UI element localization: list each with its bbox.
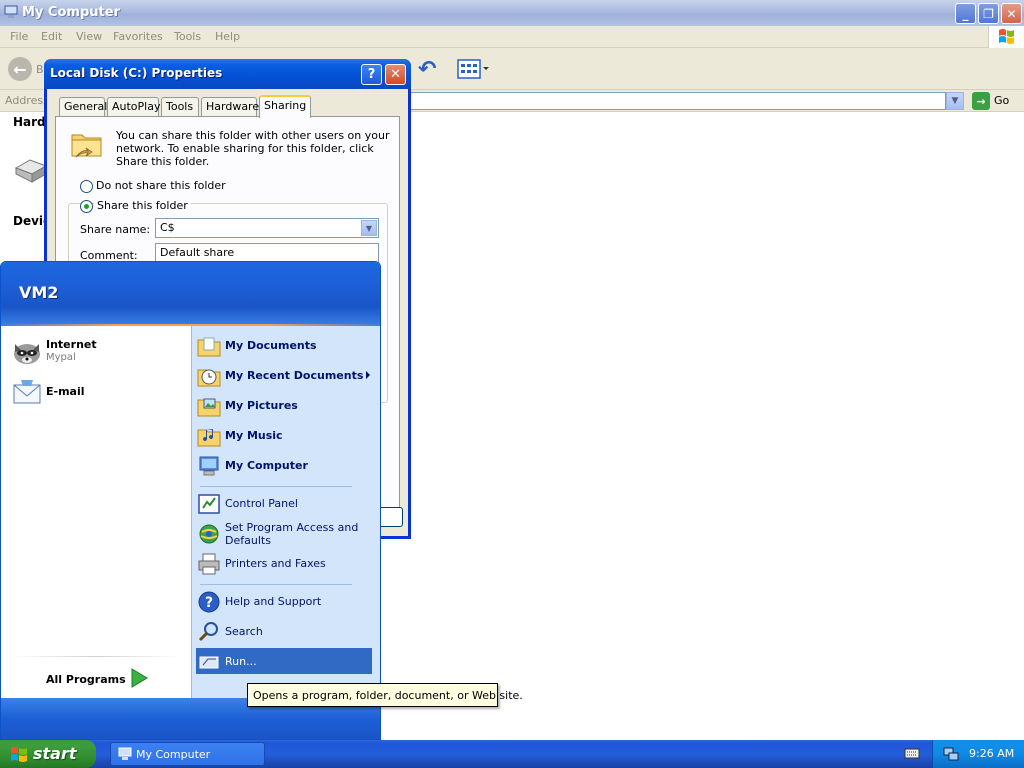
envelope-icon: [13, 380, 41, 404]
menu-edit[interactable]: Edit: [41, 30, 62, 43]
computer-icon: [199, 456, 219, 476]
computer-icon: [118, 747, 132, 760]
raccoon-icon: [14, 344, 40, 364]
menu-view[interactable]: View: [76, 30, 102, 43]
computer-icon: [4, 5, 18, 18]
menu-search[interactable]: Search: [196, 618, 372, 646]
go-button[interactable]: → Go: [972, 92, 1022, 110]
submenu-arrow-icon: [366, 371, 370, 379]
shared-folder-icon: [71, 134, 102, 158]
control-panel-icon: [198, 494, 220, 514]
menu-my-pictures[interactable]: My Pictures: [196, 392, 372, 420]
recent-documents-icon: [197, 369, 221, 387]
menu-help[interactable]: Help: [215, 30, 240, 43]
help-icon: ?: [198, 591, 220, 613]
start-menu-header: VM2: [1, 262, 380, 326]
address-label: Address: [5, 94, 49, 107]
search-icon: [198, 622, 218, 642]
menu-printers-faxes[interactable]: Printers and Faxes: [196, 550, 372, 578]
back-label[interactable]: B: [36, 63, 44, 76]
go-label: Go: [994, 94, 1010, 107]
keyboard-icon[interactable]: [904, 746, 920, 760]
restore-button[interactable]: ❐: [978, 3, 999, 24]
menubar: File Edit View Favorites Tools Help: [0, 26, 1024, 48]
go-arrow-icon: →: [972, 92, 990, 110]
start-label: start: [33, 744, 77, 763]
pinned-programs-column: Internet Mypal E-mail: [1, 326, 191, 698]
hard-drive-icon[interactable]: [14, 156, 48, 184]
comment-input[interactable]: Default share: [155, 243, 379, 263]
address-input[interactable]: [410, 92, 946, 110]
globe-gear-icon: [199, 524, 219, 544]
radio-share-folder[interactable]: [80, 200, 93, 213]
run-icon: [199, 656, 219, 669]
comment-value: Default share: [160, 246, 235, 259]
folder-music-icon: [197, 429, 221, 447]
menu-set-program-access[interactable]: Set Program Access and Defaults: [196, 520, 372, 548]
pinned-internet[interactable]: Internet Mypal: [9, 332, 185, 372]
clock[interactable]: 9:26 AM: [969, 747, 1014, 760]
taskbar: start My Computer 9:26 AM: [0, 740, 1024, 768]
system-tray: 9:26 AM: [932, 740, 1024, 768]
start-button[interactable]: start: [0, 740, 96, 768]
menu-my-music[interactable]: My Music: [196, 422, 372, 450]
undo-icon[interactable]: ↶: [418, 57, 444, 82]
dialog-title: Local Disk (C:) Properties: [50, 66, 223, 80]
taskbar-my-computer[interactable]: My Computer: [110, 742, 265, 766]
taskbar-my-computer-label: My Computer: [136, 748, 211, 761]
pinned-internet-sub: Mypal: [46, 352, 76, 363]
menu-help-support[interactable]: ? Help and Support: [196, 588, 372, 616]
views-icon[interactable]: [456, 58, 492, 80]
share-name-value: C$: [160, 221, 175, 234]
pinned-internet-label: Internet: [46, 338, 97, 351]
explorer-titlebar[interactable]: My Computer _ ❐ ✕: [0, 0, 1024, 26]
menu-my-recent-documents[interactable]: My Recent Documents: [196, 362, 372, 390]
radio-share-folder-label[interactable]: Share this folder: [94, 199, 191, 212]
dialog-titlebar[interactable]: Local Disk (C:) Properties ? ✕: [44, 59, 411, 89]
left-separator: [11, 656, 181, 657]
folder-documents-icon: [197, 337, 221, 357]
menu-favorites[interactable]: Favorites: [113, 30, 163, 43]
menu-file[interactable]: File: [10, 30, 28, 43]
all-programs-label[interactable]: All Programs: [46, 673, 126, 686]
back-arrow-icon[interactable]: ←: [8, 57, 32, 81]
menu-tools[interactable]: Tools: [174, 30, 201, 43]
right-separator-1: [200, 486, 352, 487]
tab-general[interactable]: General: [59, 97, 107, 117]
sharing-description: You can share this folder with other use…: [116, 129, 390, 168]
menu-run[interactable]: Run...: [196, 648, 372, 674]
dialog-close-button[interactable]: ✕: [385, 64, 406, 85]
group-hard-disk: Hard: [13, 115, 46, 129]
tab-sharing[interactable]: Sharing: [259, 95, 311, 118]
chevron-down-icon[interactable]: ▼: [946, 92, 964, 110]
pinned-email-label: E-mail: [46, 385, 85, 398]
explorer-title: My Computer: [22, 5, 120, 20]
user-name: VM2: [19, 283, 59, 302]
network-icon[interactable]: [943, 746, 959, 762]
minimize-button[interactable]: _: [955, 3, 976, 24]
printer-icon: [198, 553, 220, 575]
windows-logo-icon: [11, 747, 27, 762]
run-tooltip: Opens a program, folder, document, or We…: [247, 683, 523, 707]
svg-text:?: ?: [205, 595, 213, 611]
radio-do-not-share-label[interactable]: Do not share this folder: [96, 179, 226, 192]
menu-my-documents[interactable]: My Documents: [196, 332, 372, 360]
close-button[interactable]: ✕: [1001, 3, 1022, 24]
share-name-combobox[interactable]: C$ ▼: [155, 218, 379, 238]
menu-my-computer[interactable]: My Computer: [196, 452, 372, 480]
tab-tools[interactable]: Tools: [161, 97, 199, 117]
tab-autoplay[interactable]: AutoPlay: [107, 97, 160, 117]
help-button[interactable]: ?: [361, 64, 382, 85]
dialog-apply-button[interactable]: [379, 507, 403, 527]
windows-logo-icon: [988, 26, 1024, 48]
pinned-email[interactable]: E-mail: [9, 372, 185, 412]
right-separator-2: [200, 584, 352, 585]
folder-pictures-icon: [197, 398, 221, 417]
share-name-label: Share name:: [80, 223, 151, 236]
chevron-down-icon[interactable]: ▼: [361, 220, 377, 236]
tab-hardware[interactable]: Hardware: [201, 97, 259, 117]
menu-control-panel[interactable]: Control Panel: [196, 490, 372, 518]
radio-do-not-share[interactable]: [80, 180, 93, 193]
arrow-right-icon[interactable]: [129, 667, 149, 689]
